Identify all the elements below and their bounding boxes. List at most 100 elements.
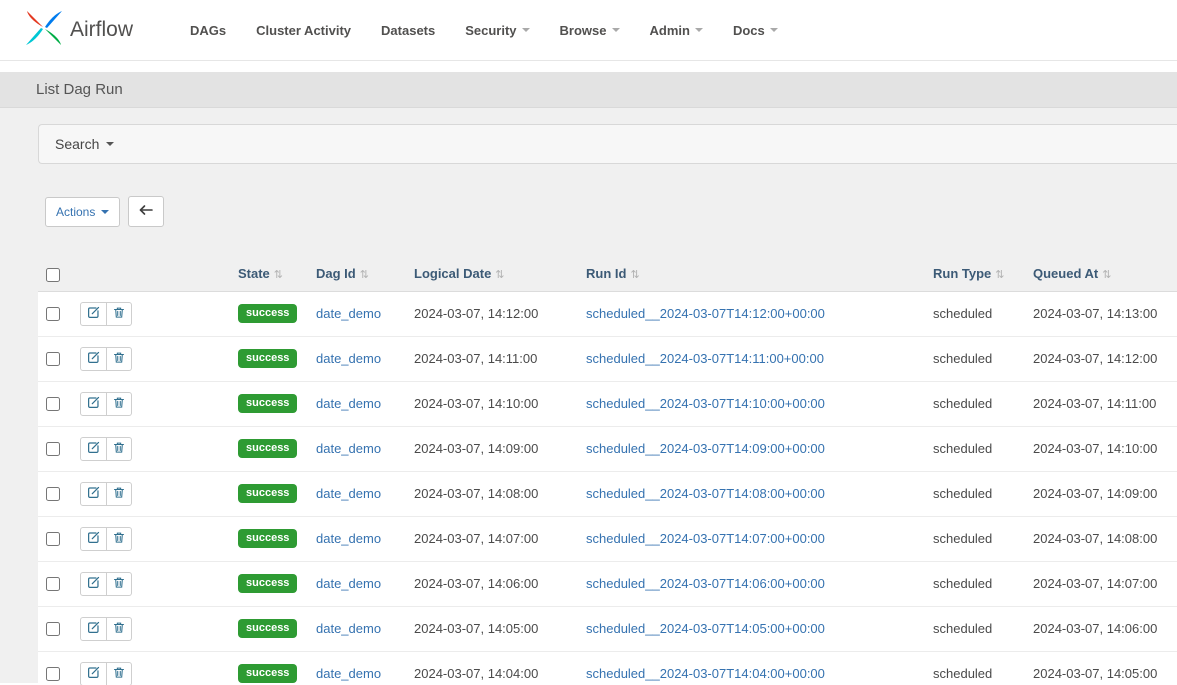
column-header-state[interactable]: State [238,266,283,281]
select-all-checkbox[interactable] [46,268,60,282]
delete-button[interactable] [107,572,132,596]
actions-label: Actions [56,205,95,219]
row-checkbox[interactable] [46,667,60,681]
run-id-link[interactable]: scheduled__2024-03-07T14:11:00+00:00 [586,351,824,366]
table-row: success date_demo 2024-03-07, 14:06:00 s… [38,561,1177,606]
row-checkbox[interactable] [46,532,60,546]
dag-id-link[interactable]: date_demo [316,306,381,321]
nav-item-security[interactable]: Security [450,13,544,48]
column-header-run-id[interactable]: Run Id [586,266,640,281]
run-id-link[interactable]: scheduled__2024-03-07T14:12:00+00:00 [586,306,825,321]
row-actions [80,392,132,416]
column-header-run-type[interactable]: Run Type [933,266,1004,281]
trash-icon [113,306,125,322]
trash-icon [113,576,125,592]
page-title: List Dag Run [36,81,1141,98]
search-panel[interactable]: Search [38,124,1177,164]
nav-item-dags[interactable]: DAGs [175,13,241,48]
row-checkbox[interactable] [46,397,60,411]
dag-run-table: State Dag Id Logical Date Run Id Run Typ… [38,257,1177,685]
row-checkbox[interactable] [46,577,60,591]
column-header-queued-at[interactable]: Queued At [1033,266,1111,281]
airflow-brand[interactable]: Airflow [24,8,133,53]
dag-id-link[interactable]: date_demo [316,351,381,366]
edit-button[interactable] [80,527,107,551]
chevron-down-icon [106,142,114,146]
logical-date: 2024-03-07, 14:10:00 [414,396,538,411]
nav-item-docs[interactable]: Docs [718,13,793,48]
row-actions [80,347,132,371]
chevron-down-icon [612,28,620,32]
state-badge: success [238,529,297,548]
dag-id-link[interactable]: date_demo [316,531,381,546]
edit-button[interactable] [80,662,107,685]
edit-button[interactable] [80,572,107,596]
nav-item-datasets[interactable]: Datasets [366,13,450,48]
edit-button[interactable] [80,617,107,641]
back-button[interactable] [128,196,164,227]
dag-id-link[interactable]: date_demo [316,441,381,456]
spacer [0,61,1177,72]
delete-button[interactable] [107,302,132,326]
delete-button[interactable] [107,347,132,371]
delete-button[interactable] [107,392,132,416]
run-id-link[interactable]: scheduled__2024-03-07T14:05:00+00:00 [586,621,825,636]
edit-button[interactable] [80,482,107,506]
delete-button[interactable] [107,662,132,685]
state-badge: success [238,664,297,683]
row-checkbox[interactable] [46,622,60,636]
table-row: success date_demo 2024-03-07, 14:09:00 s… [38,426,1177,471]
dag-id-link[interactable]: date_demo [316,666,381,681]
queued-at: 2024-03-07, 14:07:00 [1033,576,1157,591]
queued-at: 2024-03-07, 14:10:00 [1033,441,1157,456]
table-row: success date_demo 2024-03-07, 14:05:00 s… [38,606,1177,651]
edit-button[interactable] [80,392,107,416]
dag-id-link[interactable]: date_demo [316,486,381,501]
nav-item-cluster-activity[interactable]: Cluster Activity [241,13,366,48]
edit-button[interactable] [80,347,107,371]
dag-id-link[interactable]: date_demo [316,576,381,591]
run-type: scheduled [933,306,992,321]
row-checkbox[interactable] [46,442,60,456]
edit-icon [87,576,100,592]
row-checkbox[interactable] [46,487,60,501]
row-checkbox[interactable] [46,352,60,366]
trash-icon [113,351,125,367]
run-id-link[interactable]: scheduled__2024-03-07T14:06:00+00:00 [586,576,825,591]
state-badge: success [238,394,297,413]
edit-button[interactable] [80,437,107,461]
row-actions [80,527,132,551]
column-header-dag-id[interactable]: Dag Id [316,266,369,281]
main-nav: DAGs Cluster Activity Datasets Security … [175,13,793,48]
run-id-link[interactable]: scheduled__2024-03-07T14:07:00+00:00 [586,531,825,546]
dag-id-link[interactable]: date_demo [316,396,381,411]
column-header-logical-date[interactable]: Logical Date [414,266,505,281]
run-id-link[interactable]: scheduled__2024-03-07T14:08:00+00:00 [586,486,825,501]
run-id-link[interactable]: scheduled__2024-03-07T14:10:00+00:00 [586,396,825,411]
nav-item-admin[interactable]: Admin [635,13,718,48]
chevron-down-icon [695,28,703,32]
nav-item-browse[interactable]: Browse [545,13,635,48]
delete-button[interactable] [107,527,132,551]
state-badge: success [238,349,297,368]
edit-icon [87,441,100,457]
edit-icon [87,531,100,547]
trash-icon [113,441,125,457]
table-row: success date_demo 2024-03-07, 14:12:00 s… [38,291,1177,336]
run-id-link[interactable]: scheduled__2024-03-07T14:04:00+00:00 [586,666,825,681]
logical-date: 2024-03-07, 14:05:00 [414,621,538,636]
edit-icon [87,351,100,367]
delete-button[interactable] [107,437,132,461]
table-row: success date_demo 2024-03-07, 14:04:00 s… [38,651,1177,685]
delete-button[interactable] [107,617,132,641]
table-row: success date_demo 2024-03-07, 14:07:00 s… [38,516,1177,561]
state-badge: success [238,439,297,458]
delete-button[interactable] [107,482,132,506]
actions-button[interactable]: Actions [45,197,120,227]
queued-at: 2024-03-07, 14:11:00 [1033,396,1156,411]
run-id-link[interactable]: scheduled__2024-03-07T14:09:00+00:00 [586,441,825,456]
trash-icon [113,396,125,412]
row-checkbox[interactable] [46,307,60,321]
edit-button[interactable] [80,302,107,326]
dag-id-link[interactable]: date_demo [316,621,381,636]
